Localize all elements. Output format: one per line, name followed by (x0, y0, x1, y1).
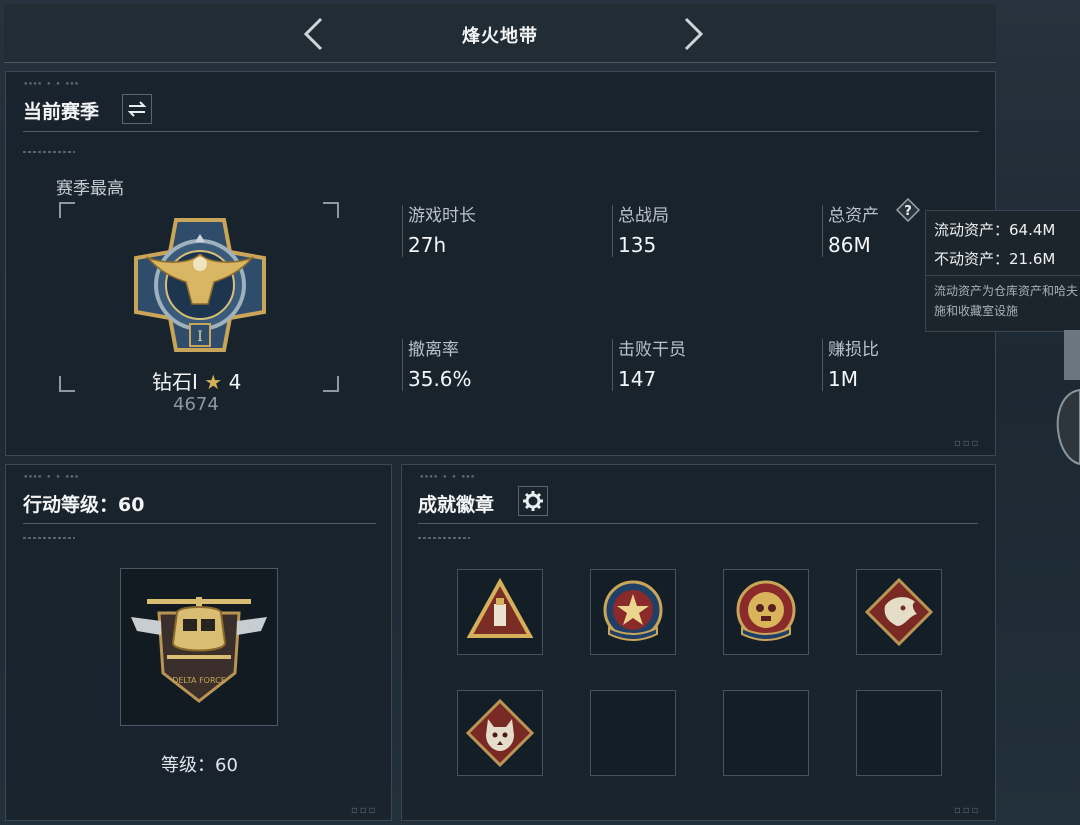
question-icon: ? (895, 197, 921, 223)
rank-line: 钻石I ★ 4 (152, 366, 241, 395)
frame-corner (323, 376, 339, 392)
season-best-label: 赛季最高 (56, 179, 124, 199)
rank-score: 4674 (173, 394, 219, 415)
mode-title: 烽火地带 (462, 26, 538, 47)
deco-dashes (23, 151, 75, 153)
badge-slot-empty[interactable] (723, 690, 809, 776)
svg-text:?: ? (904, 204, 912, 219)
chevron-right-icon[interactable] (676, 16, 710, 52)
swap-season-button[interactable] (122, 94, 152, 124)
star-icon: ★ (204, 370, 223, 394)
badge-slot-empty[interactable] (590, 690, 676, 776)
stat-divider (402, 205, 403, 257)
gear-icon (523, 491, 543, 511)
stat-label-assets: 总资产 (828, 206, 879, 226)
stat-value-kills: 147 (618, 367, 657, 391)
stat-value-profit-ratio: 1M (828, 367, 858, 391)
frame-corner (323, 202, 339, 218)
assets-tooltip: 流动资产：64.4M 不动资产：21.6M 流动资产为仓库资产和哈夫 施和收藏室… (925, 210, 1080, 332)
level-text: 等级：60 (161, 755, 238, 776)
tooltip-liquid-assets: 流动资产：64.4M (934, 221, 1056, 239)
badge-slot[interactable] (856, 569, 942, 655)
panel-corner-dots: ▫▫▫ (954, 438, 981, 449)
background-decoration (1056, 330, 1080, 466)
triangle-usb-badge-icon (466, 577, 534, 638)
divider (23, 131, 979, 132)
level-title: 行动等级：60 (23, 494, 145, 516)
stat-value-matches: 135 (618, 233, 657, 257)
emblem-text: DELTA FORCE (172, 676, 226, 685)
stat-label-matches: 总战局 (618, 206, 669, 226)
stat-label-playtime: 游戏时长 (408, 206, 476, 226)
skull-shield-badge-icon (736, 580, 796, 641)
panel-deco-text: ▪▪▪▪ ▪ ▪ ▪▪▪ (420, 473, 476, 480)
help-button[interactable]: ? (895, 197, 921, 223)
badge-slot[interactable] (590, 569, 676, 655)
wolf-diamond-badge-icon (465, 698, 535, 768)
stat-label-profit-ratio: 赚损比 (828, 340, 879, 360)
badge-slot[interactable] (457, 690, 543, 776)
deco-dashes (23, 537, 75, 539)
stat-divider (612, 205, 613, 257)
level-panel: ▪▪▪▪ ▪ ▪ ▪▪▪ 行动等级：60 DELTA FORCE 等级：60 ▫… (5, 464, 392, 821)
panel-deco-text: ▪▪▪▪ ▪ ▪ ▪▪▪ (24, 80, 80, 87)
panel-corner-dots: ▫▫▫ (954, 805, 981, 816)
stat-divider (402, 339, 403, 391)
helicopter-emblem-icon: DELTA FORCE (131, 597, 267, 703)
stat-value-assets: 86M (828, 233, 871, 257)
badges-title: 成就徽章 (418, 494, 495, 516)
tooltip-note: 流动资产为仓库资产和哈夫 施和收藏室设施 (934, 281, 1078, 321)
badge-settings-button[interactable] (518, 486, 548, 516)
season-title: 当前赛季 (23, 101, 100, 123)
panel-corner-dots: ▫▫▫ (351, 805, 378, 816)
stat-label-extract-rate: 撤离率 (408, 340, 459, 360)
level-emblem-frame: DELTA FORCE (120, 568, 278, 726)
tooltip-note-line: 流动资产为仓库资产和哈夫 (934, 284, 1079, 298)
stat-divider (822, 339, 823, 391)
diamond-rank-emblem-icon: I (134, 218, 266, 352)
rank-stars: 4 (228, 370, 242, 394)
top-bar: 烽火地带 (4, 4, 996, 63)
divider (23, 523, 376, 524)
season-panel: ▪▪▪▪ ▪ ▪ ▪▪▪ 当前赛季 赛季最高 I 钻石I ★ 4 4674 游戏… (5, 71, 996, 456)
frame-corner (59, 376, 75, 392)
badge-slot[interactable] (457, 569, 543, 655)
deco-dashes (418, 537, 470, 539)
star-shield-badge-icon (603, 580, 663, 641)
stat-value-playtime: 27h (408, 233, 447, 257)
panel-deco-text: ▪▪▪▪ ▪ ▪ ▪▪▪ (24, 473, 80, 480)
stat-value-extract-rate: 35.6% (408, 367, 472, 391)
svg-text:I: I (197, 329, 203, 345)
tooltip-divider (926, 275, 1080, 276)
divider (418, 523, 978, 524)
rank-name: 钻石I (152, 370, 198, 394)
frame-corner (59, 202, 75, 218)
badges-panel: ▪▪▪▪ ▪ ▪ ▪▪▪ 成就徽章 ▫▫▫ (401, 464, 996, 821)
badge-slot-empty[interactable] (856, 690, 942, 776)
swap-icon (127, 101, 147, 117)
tooltip-fixed-assets: 不动资产：21.6M (934, 250, 1056, 268)
tooltip-note-line: 施和收藏室设施 (934, 304, 1019, 318)
stat-divider (612, 339, 613, 391)
stat-divider (822, 205, 823, 257)
badge-slot[interactable] (723, 569, 809, 655)
dragon-diamond-badge-icon (864, 577, 934, 647)
stat-label-kills: 击败干员 (618, 340, 686, 360)
